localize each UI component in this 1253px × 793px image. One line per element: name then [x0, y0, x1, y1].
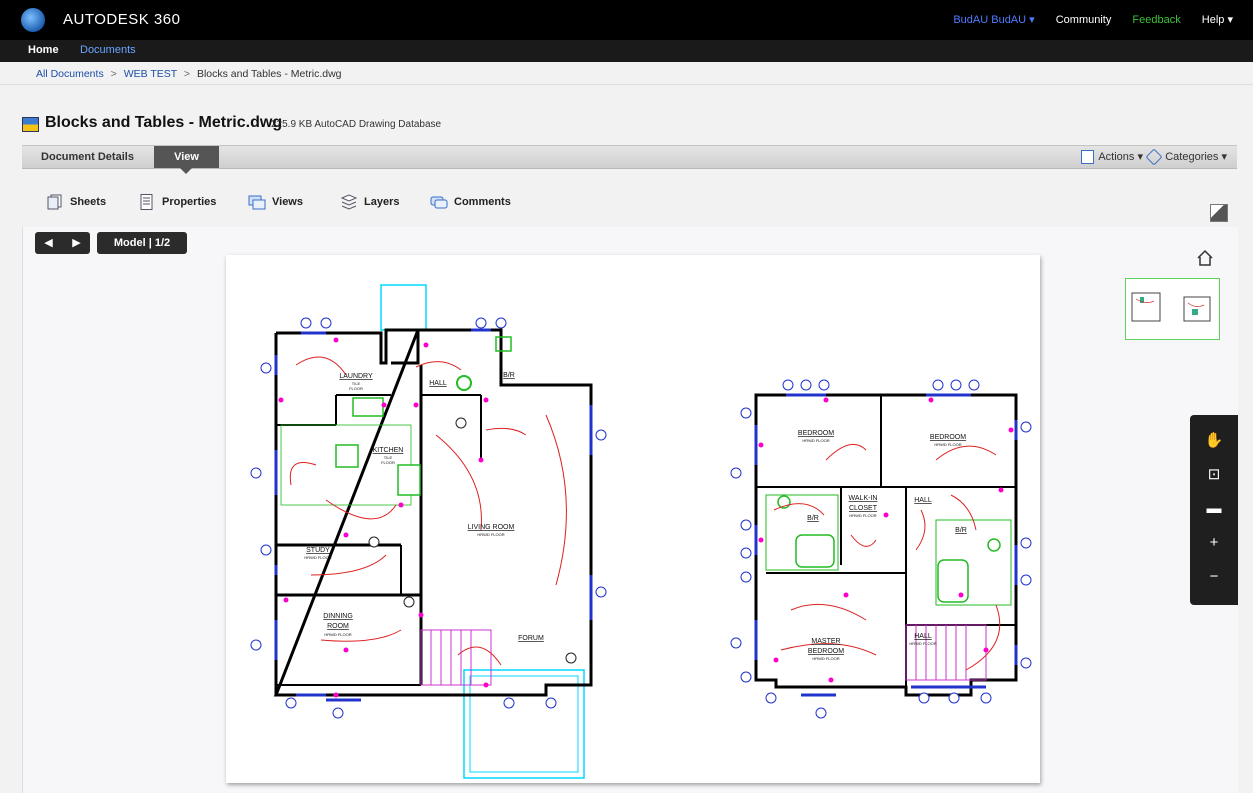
nav-documents[interactable]: Documents: [80, 44, 136, 56]
pan-hand-icon[interactable]: ✋: [1190, 427, 1238, 455]
app-logo-text[interactable]: AUTODESK 360: [63, 11, 180, 28]
fullscreen-icon[interactable]: [1210, 204, 1228, 222]
actions-icon: [1081, 150, 1095, 165]
views-button[interactable]: Views: [248, 194, 303, 214]
breadcrumb-separator: >: [110, 68, 117, 80]
sheets-label: Sheets: [70, 195, 107, 208]
floor-plan-drawing: LAUNDRY HALL B/R KITCHEN LIVING ROOM STU…: [250, 284, 1032, 779]
tab-document-details[interactable]: Document Details: [22, 146, 153, 168]
navigation-toolbar: ✋ ⊡ ▬ + −: [1190, 415, 1238, 605]
minimap[interactable]: [1125, 278, 1220, 340]
floor-note: HRWD FLOOR: [304, 555, 331, 560]
room-label-master-bedroom: BEDROOM: [808, 648, 844, 655]
floor-note: HRWD FLOOR: [802, 438, 829, 443]
views-label: Views: [272, 195, 303, 208]
breadcrumb-current: Blocks and Tables - Metric.dwg: [196, 68, 342, 80]
feedback-link[interactable]: Feedback: [1132, 14, 1180, 26]
zoom-out-icon[interactable]: −: [1190, 563, 1238, 591]
layers-label: Layers: [364, 195, 400, 208]
room-label-master: MASTER: [811, 638, 840, 645]
sheets-button[interactable]: Sheets: [46, 194, 106, 214]
top-right-menu: BudAU BudAU ▾ Community Feedback Help ▾: [935, 13, 1233, 26]
floor-note: FLOOR: [381, 460, 395, 465]
room-label-br: B/R: [955, 527, 967, 534]
actions-menu[interactable]: Actions ▾: [1081, 150, 1143, 165]
views-icon: [248, 195, 266, 210]
properties-icon: [140, 194, 153, 210]
floor-note: HRWD FLOOR: [324, 632, 351, 637]
home-icon[interactable]: [1196, 249, 1214, 267]
minimap-preview: [1131, 292, 1211, 322]
properties-button[interactable]: Properties: [138, 194, 216, 214]
room-label-room: ROOM: [327, 623, 349, 630]
breadcrumb-all-documents[interactable]: All Documents: [36, 68, 104, 80]
room-label-br: B/R: [807, 515, 819, 522]
floor-note: HRWD FLOOR: [812, 656, 839, 661]
comments-button[interactable]: Comments: [430, 194, 511, 214]
autodesk-logo-icon[interactable]: [21, 8, 45, 32]
user-menu[interactable]: BudAU BudAU ▾: [953, 14, 1034, 26]
document-meta: 225.9 KB AutoCAD Drawing Database: [271, 119, 442, 130]
room-label-closet: CLOSET: [849, 505, 878, 512]
room-label-forum: FORUM: [518, 635, 544, 642]
room-label-living-room: LIVING ROOM: [468, 524, 515, 531]
second-floor-plan: BEDROOM BEDROOM WALK-IN CLOSET HALL B/R …: [730, 379, 1032, 719]
tab-view[interactable]: View: [154, 146, 219, 174]
tag-icon: [1145, 148, 1163, 166]
room-label-walk-in: WALK-IN: [849, 495, 878, 502]
layers-button[interactable]: Layers: [340, 194, 399, 214]
nav-home[interactable]: Home: [28, 44, 59, 56]
room-label-hall: HALL: [429, 380, 447, 387]
drawing-sheet[interactable]: LAUNDRY HALL B/R KITCHEN LIVING ROOM STU…: [226, 255, 1040, 783]
room-label-bedroom: BEDROOM: [930, 434, 966, 441]
categories-label: Categories ▾: [1165, 151, 1227, 163]
page-title: Blocks and Tables - Metric.dwg: [45, 114, 283, 131]
zoom-in-icon[interactable]: +: [1190, 529, 1238, 557]
room-label-dinning: DINNING: [323, 613, 353, 620]
room-label-hall: HALL: [914, 497, 932, 504]
comments-icon: [430, 196, 448, 209]
room-label-laundry: LAUNDRY: [339, 373, 373, 380]
breadcrumb-separator: >: [183, 68, 191, 80]
first-floor-plan: LAUNDRY HALL B/R KITCHEN LIVING ROOM STU…: [250, 284, 607, 779]
room-label-hall: HALL: [914, 633, 932, 640]
floor-note: HRWD FLOOR: [934, 442, 961, 447]
next-sheet-button[interactable]: ▶: [63, 232, 90, 254]
comments-label: Comments: [454, 195, 511, 208]
zoom-window-icon[interactable]: ⊡: [1190, 461, 1238, 489]
top-bar: AUTODESK 360 BudAU BudAU ▾ Community Fee…: [0, 0, 1253, 40]
breadcrumb: All Documents > WEB TEST > Blocks and Ta…: [36, 68, 342, 80]
room-label-br: B/R: [503, 372, 515, 379]
actions-label: Actions ▾: [1098, 151, 1143, 163]
sheets-icon: [47, 194, 62, 210]
main-nav: Home Documents: [0, 40, 1253, 62]
floor-note: HRWD FLOOR: [477, 532, 504, 537]
categories-menu[interactable]: Categories ▾: [1145, 148, 1227, 166]
help-menu[interactable]: Help ▾: [1202, 14, 1233, 26]
divider: [0, 84, 1253, 85]
community-link[interactable]: Community: [1056, 14, 1112, 26]
room-label-kitchen: KITCHEN: [373, 447, 404, 454]
document-tabbar: Document Details View Actions ▾ Categori…: [22, 145, 1237, 174]
properties-label: Properties: [162, 195, 217, 208]
breadcrumb-web-test[interactable]: WEB TEST: [124, 68, 177, 80]
model-selector[interactable]: Model | 1/2: [97, 232, 187, 254]
room-label-bedroom: BEDROOM: [798, 430, 834, 437]
comment-icon[interactable]: ▬: [1190, 495, 1238, 523]
layers-icon: [340, 194, 358, 210]
floor-note: FLOOR: [349, 386, 363, 391]
floor-note: HRWD FLOOR: [909, 641, 936, 646]
floor-note: HRWD FLOOR: [849, 513, 876, 518]
room-label-study: STUDY: [306, 547, 330, 554]
sheet-nav: ◀ ▶: [35, 232, 90, 254]
prev-sheet-button[interactable]: ◀: [35, 232, 62, 254]
dwg-file-icon: [22, 117, 39, 132]
